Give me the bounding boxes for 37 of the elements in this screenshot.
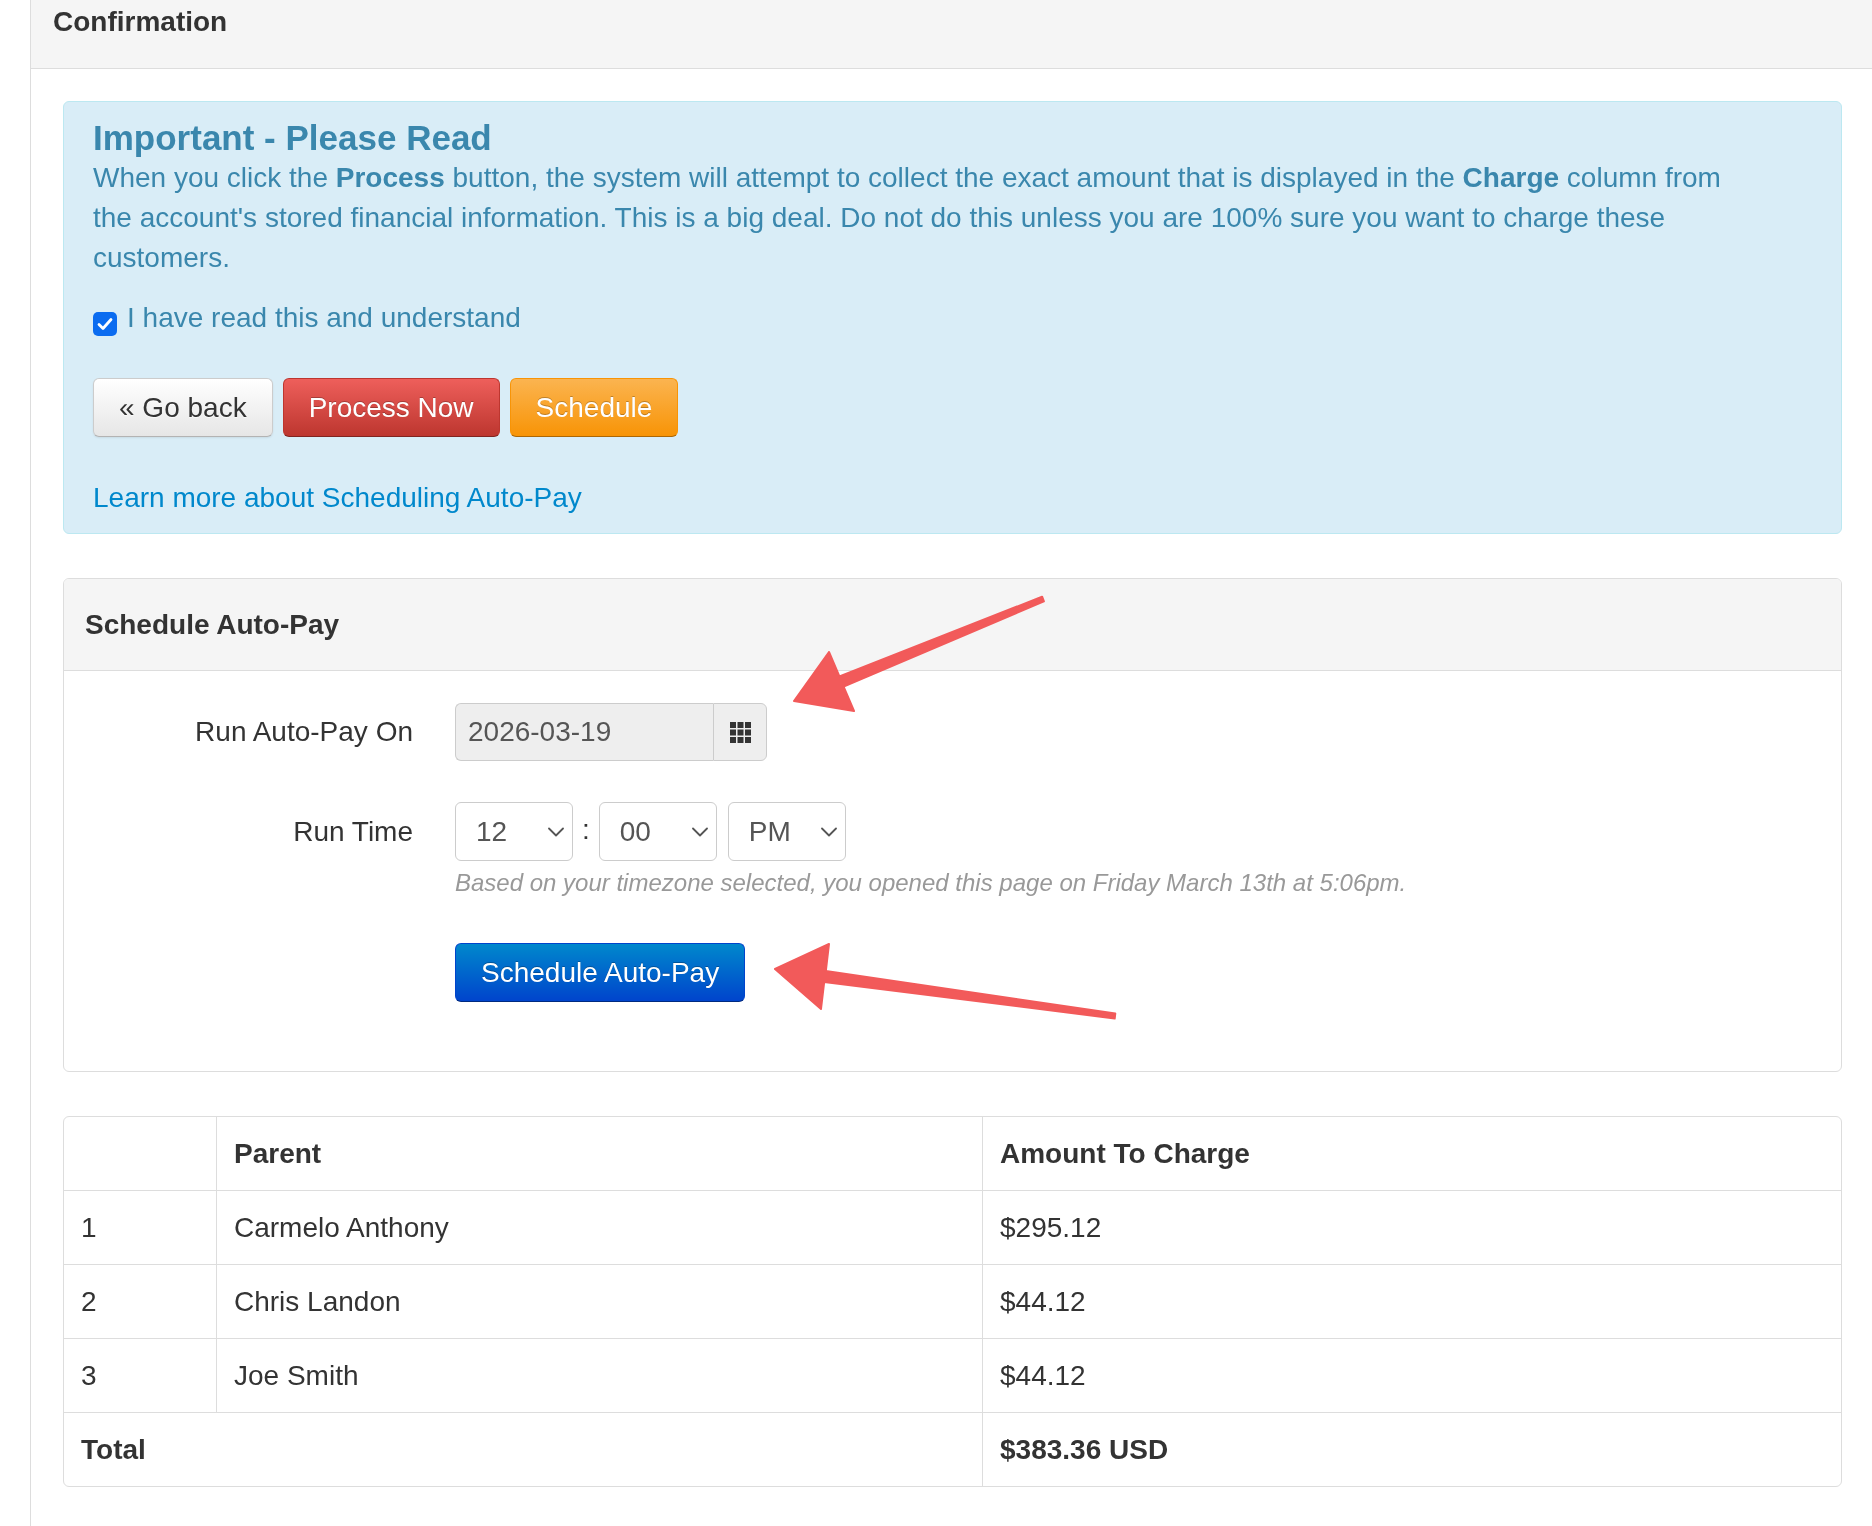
- period-select[interactable]: PM: [727, 802, 846, 861]
- table-cell: Joe Smith: [216, 1338, 982, 1412]
- help-link[interactable]: Learn more about Scheduling Auto-Pay: [93, 478, 582, 518]
- table-cell: $44.12: [982, 1338, 1841, 1412]
- back-button[interactable]: « Go back: [93, 378, 273, 437]
- field-label: Run Time: [293, 814, 413, 849]
- table-cell: Chris Landon: [216, 1264, 982, 1338]
- schedule-auto-pay-button[interactable]: Schedule Auto-Pay: [455, 943, 746, 1002]
- panel-title: Confirmation: [53, 5, 228, 39]
- total-amount: $383.36 USD: [982, 1412, 1841, 1486]
- chevron-down-icon: [820, 826, 837, 837]
- table-cell: 1: [64, 1190, 216, 1264]
- alert-heading: Important - Please Read: [93, 117, 492, 158]
- chevron-down-icon: [548, 826, 564, 837]
- table-cell: Carmelo Anthony: [216, 1190, 982, 1264]
- help-text: Based on your timezone selected, you opened this page on Friday March 13th at 5:06pm.: [455, 868, 1407, 898]
- panel-title: Schedule Auto-Pay: [85, 607, 340, 642]
- total-label: Total: [64, 1412, 982, 1486]
- checkbox-label: I have read this and understand: [127, 301, 521, 335]
- table-cell: 3: [64, 1338, 216, 1412]
- chevron-down-icon: [691, 826, 708, 837]
- time-separator: :: [582, 812, 590, 847]
- field-label: Run Auto-Pay On: [195, 715, 413, 749]
- acknowledge-checkbox[interactable]: [93, 312, 117, 336]
- minute-select[interactable]: 00: [598, 802, 717, 861]
- table-cell: $295.12: [982, 1190, 1841, 1264]
- table-cell: 2: [64, 1264, 216, 1338]
- alert-message: When you click the Process button, the system will attempt to collect the exact amount that is displayed in the Charge column from the account's stored financial information. This is a big deal. Do not do this unless you are 100% sure you want to charge these customers.: [93, 161, 1722, 275]
- column-header: Parent: [216, 1117, 982, 1190]
- process-now-button[interactable]: Process Now: [282, 378, 500, 437]
- date-field[interactable]: 2026-03-19: [455, 703, 713, 761]
- grid-icon: [729, 721, 751, 743]
- hour-select[interactable]: 12: [455, 802, 573, 861]
- table-cell: $44.12: [982, 1264, 1841, 1338]
- checkmark-icon: [97, 317, 113, 331]
- column-header: Amount To Charge: [982, 1117, 1841, 1190]
- calendar-button[interactable]: [713, 703, 767, 761]
